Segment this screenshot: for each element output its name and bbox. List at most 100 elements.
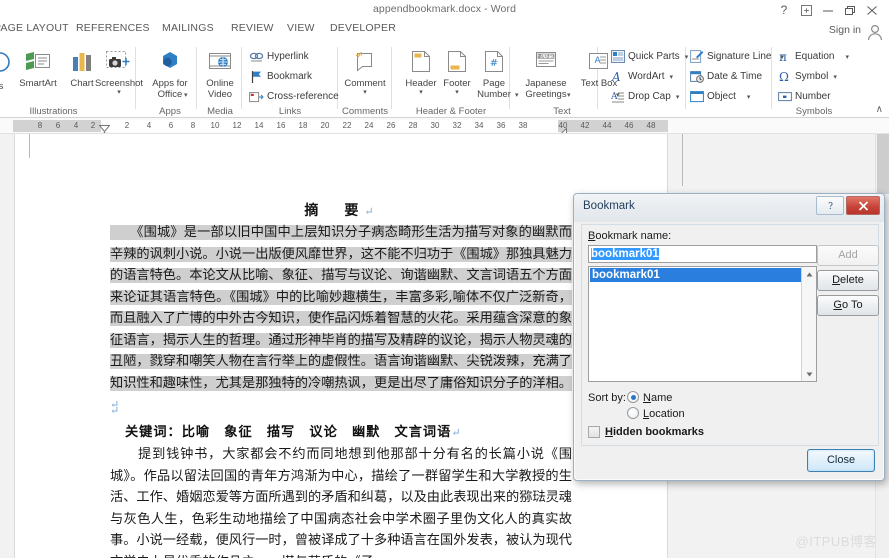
bookmark-list[interactable]: bookmark01 — [588, 266, 817, 382]
first-line-indent-marker[interactable] — [98, 119, 111, 133]
online-video-button[interactable]: Online Video — [194, 45, 246, 105]
scroll-down-icon[interactable] — [802, 367, 817, 381]
ruler-tick: 36 — [496, 121, 506, 130]
chevron-down-icon[interactable]: ▾ — [455, 89, 459, 96]
close-button[interactable] — [861, 2, 883, 18]
horizontal-ruler[interactable]: 8 6 4 2 2 4 6 8 10 12 14 16 18 20 22 24 … — [0, 118, 889, 134]
cross-reference-icon — [249, 89, 264, 104]
window-title: appendbookmark.docx - Word — [372, 3, 517, 15]
list-item[interactable]: bookmark01 — [590, 268, 801, 282]
bookmark-dialog[interactable]: Bookmark ? Bookmark name: bookmark01 boo… — [573, 193, 885, 481]
equation-button[interactable]: π Equation ▾ — [777, 47, 850, 66]
add-button[interactable]: Add — [817, 245, 879, 266]
empty-paragraph: ↵ — [110, 400, 572, 422]
delete-button[interactable]: Delete — [817, 270, 879, 291]
ruler-tick: 22 — [342, 121, 352, 130]
equation-icon: π — [777, 49, 792, 64]
chevron-down-icon[interactable]: ▾ — [670, 73, 674, 81]
chevron-down-icon[interactable]: ▾ — [419, 89, 423, 96]
sort-by-name-label[interactable]: Name — [643, 392, 672, 404]
japanese-greetings-icon: あいさつ — [533, 47, 559, 77]
chevron-down-icon[interactable]: ▾ — [363, 89, 367, 96]
ribbon-group-header-footer: Header & Footer Header ▾ Footer ▾ # Page… — [393, 43, 519, 118]
chevron-down-icon[interactable]: ▾ — [184, 92, 188, 99]
comment-label: Comment — [344, 78, 386, 89]
date-time-button[interactable]: Date & Time — [689, 67, 762, 86]
ribbon: pes Illustrations SmartArt — [0, 43, 889, 118]
scrollbar-thumb[interactable] — [877, 134, 889, 194]
close-button[interactable]: Close — [807, 449, 875, 472]
goto-button[interactable]: Go To — [817, 295, 879, 316]
chevron-down-icon[interactable]: ▾ — [833, 73, 837, 81]
dialog-title-bar: Bookmark ? — [574, 194, 884, 222]
dialog-close-icon[interactable] — [846, 196, 880, 215]
bookmark-button[interactable]: Bookmark — [249, 67, 312, 86]
ruler-tick: 26 — [386, 121, 396, 130]
tab-developer[interactable]: DEVELOPER — [330, 22, 396, 41]
chevron-down-icon[interactable]: ▾ — [747, 93, 751, 101]
hanging-indent-marker[interactable] — [99, 127, 110, 133]
online-video-icon — [207, 47, 233, 77]
quick-parts-label: Quick Parts — [628, 51, 680, 62]
restore-button[interactable] — [839, 2, 861, 18]
ribbon-display-options-icon[interactable] — [795, 2, 817, 18]
hidden-bookmarks-checkbox[interactable] — [588, 426, 600, 438]
hidden-bookmarks-label[interactable]: Hidden bookmarks — [605, 426, 704, 438]
tab-review[interactable]: REVIEW — [231, 22, 274, 41]
signature-line-button[interactable]: Signature Line ▾ — [689, 47, 784, 66]
quick-parts-button[interactable]: Quick Parts ▾ — [610, 47, 688, 66]
drop-cap-button[interactable]: A Drop Cap ▾ — [610, 87, 679, 106]
comment-button[interactable]: Comment ▾ — [339, 45, 391, 105]
tab-view[interactable]: VIEW — [287, 22, 315, 41]
japanese-greetings-label: Japanese Greetings — [525, 78, 567, 100]
scroll-up-icon[interactable] — [802, 267, 817, 281]
chevron-down-icon[interactable]: ▾ — [117, 89, 121, 96]
comment-icon — [352, 47, 378, 77]
goto-button-mnemonic: G — [833, 299, 842, 311]
ruler-tick: 4 — [146, 121, 152, 130]
chevron-down-icon[interactable]: ▾ — [845, 53, 849, 61]
screenshot-icon — [105, 47, 133, 77]
apps-for-office-button[interactable]: Apps for Office — [144, 45, 196, 105]
bookmark-icon — [249, 69, 264, 84]
online-video-label: Online Video — [206, 78, 234, 100]
signature-line-icon — [689, 49, 704, 64]
object-button[interactable]: Object ▾ — [689, 87, 750, 106]
sort-by-location-radio[interactable] — [627, 407, 639, 419]
chevron-down-icon[interactable]: ▾ — [567, 92, 571, 99]
cross-reference-button[interactable]: Cross-reference — [249, 87, 339, 106]
ruler-tick: 46 — [624, 121, 634, 130]
ribbon-tab-bar: PAGE LAYOUT REFERENCES MAILINGS REVIEW V… — [0, 20, 889, 43]
sort-by-name-radio[interactable] — [627, 391, 639, 403]
chevron-down-icon[interactable]: ▾ — [676, 93, 680, 101]
group-separator — [391, 47, 392, 109]
tab-references[interactable]: REFERENCES — [76, 22, 150, 41]
tab-mailings[interactable]: MAILINGS — [162, 22, 214, 41]
collapse-ribbon-button[interactable]: ∧ — [876, 104, 883, 115]
minimize-button[interactable] — [817, 2, 839, 18]
symbol-icon: Ω — [777, 69, 792, 84]
help-button[interactable]: ? — [773, 2, 795, 18]
document-text-body[interactable]: 摘 要↵ 《围城》是一部以旧中国中上层知识分子病态畸形生活为描写对象的幽默而辛辣… — [15, 134, 669, 558]
screenshot-button[interactable]: Screenshot ▾ — [90, 45, 148, 105]
symbol-button[interactable]: Ω Symbol ▾ — [777, 67, 837, 86]
dialog-help-button[interactable]: ? — [816, 196, 844, 215]
ruler-tick: 38 — [518, 121, 528, 130]
svg-text:?: ? — [828, 202, 833, 211]
hyperlink-icon — [249, 49, 264, 64]
number-button[interactable]: Number — [777, 87, 831, 106]
tab-page-layout[interactable]: PAGE LAYOUT — [0, 22, 69, 41]
bookmark-name-input[interactable]: bookmark01 — [588, 245, 817, 263]
document-paragraph-abstract: 《围城》是一部以旧中国中上层知识分子病态畸形生活为描写对象的幽默而辛辣的讽刺小说… — [110, 222, 572, 416]
right-indent-marker[interactable] — [558, 123, 568, 133]
avatar[interactable] — [865, 22, 885, 41]
bookmark-name-label-rest: ookmark name: — [595, 230, 672, 242]
sort-by-location-label[interactable]: Location — [643, 408, 685, 420]
sign-in-link[interactable]: Sign in — [829, 24, 861, 36]
wordart-button[interactable]: A WordArt ▾ — [610, 67, 674, 86]
document-page[interactable]: 摘 要↵ 《围城》是一部以旧中国中上层知识分子病态畸形生活为描写对象的幽默而辛辣… — [14, 134, 683, 558]
hyperlink-button[interactable]: Hyperlink — [249, 47, 309, 66]
bookmark-list-scrollbar[interactable] — [801, 267, 816, 381]
bookmark-name-input-value: bookmark01 — [591, 248, 659, 260]
ruler-tick: 24 — [364, 121, 374, 130]
